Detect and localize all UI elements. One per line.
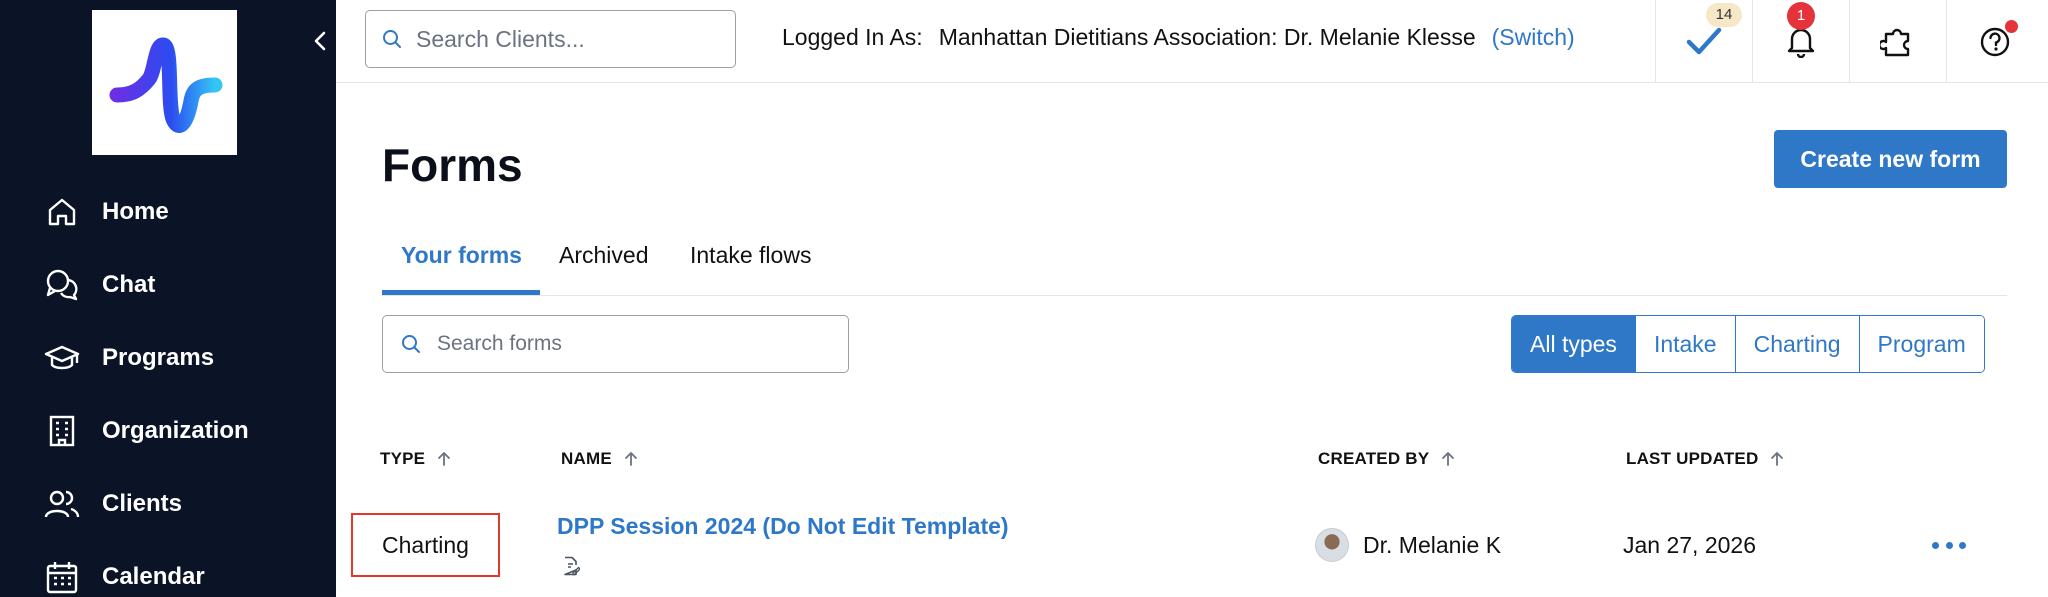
sidebar-item-label: Home <box>102 198 169 225</box>
client-search-box[interactable] <box>365 10 736 68</box>
tab-intake-flows[interactable]: Intake flows <box>690 242 811 269</box>
sidebar-item-programs[interactable]: Programs <box>44 336 214 380</box>
chat-icon <box>44 267 80 303</box>
column-header-label: CREATED BY <box>1318 449 1430 468</box>
more-dots-icon <box>1932 541 1939 549</box>
sidebar-item-label: Clients <box>102 490 183 517</box>
search-icon <box>383 30 401 48</box>
forms-tabs: Your forms Archived Intake flows <box>382 228 2007 296</box>
notifications-count-badge: 1 <box>1787 2 1815 30</box>
create-new-form-button[interactable]: Create new form <box>1774 130 2007 188</box>
sort-arrow-up-icon <box>624 452 637 466</box>
column-header-name[interactable]: NAME <box>561 449 638 469</box>
sidebar: Home Chat Programs Organization Clients <box>0 0 336 597</box>
home-icon <box>44 194 80 230</box>
tasks-count-badge: 14 <box>1706 3 1742 27</box>
graduation-cap-icon <box>44 340 80 376</box>
sidebar-item-calendar[interactable]: Calendar <box>44 555 205 597</box>
help-indicator-dot <box>2005 20 2018 33</box>
sidebar-item-label: Programs <box>102 344 215 371</box>
filter-charting[interactable]: Charting <box>1734 316 1859 372</box>
form-search-box[interactable] <box>382 315 849 373</box>
sidebar-item-label: Organization <box>102 417 249 444</box>
client-search-input[interactable] <box>416 25 716 53</box>
sidebar-item-chat[interactable]: Chat <box>44 263 155 307</box>
tab-archived[interactable]: Archived <box>559 242 648 269</box>
form-search-input[interactable] <box>437 332 817 356</box>
sidebar-item-organization[interactable]: Organization <box>44 409 249 453</box>
sort-arrow-up-icon <box>1771 452 1784 466</box>
help-button[interactable] <box>1946 0 2042 82</box>
filter-all-types[interactable]: All types <box>1512 316 1635 372</box>
search-icon <box>402 335 420 353</box>
column-header-created-by[interactable]: CREATED BY <box>1318 449 1455 469</box>
page-title: Forms <box>382 139 523 191</box>
logo-wave-icon <box>109 37 222 133</box>
form-name-link[interactable]: DPP Session 2024 (Do Not Edit Template) <box>557 513 1009 540</box>
checkmark-icon <box>1686 27 1721 55</box>
notifications-button[interactable]: 1 <box>1752 0 1848 82</box>
sidebar-item-label: Calendar <box>102 563 205 590</box>
document-edit-icon <box>562 556 581 581</box>
logged-in-label: Logged In As: <box>782 24 923 50</box>
column-header-label: TYPE <box>380 449 426 468</box>
last-updated-cell: Jan 27, 2026 <box>1623 532 1757 558</box>
sort-arrow-up-icon <box>1442 452 1455 466</box>
active-tab-indicator <box>382 290 540 295</box>
column-header-label: NAME <box>561 449 612 468</box>
filter-intake[interactable]: Intake <box>1634 316 1735 372</box>
tasks-button[interactable]: 14 <box>1655 0 1751 82</box>
app-logo[interactable] <box>92 10 237 155</box>
integrations-button[interactable] <box>1849 0 1945 82</box>
avatar <box>1315 528 1349 562</box>
sort-arrow-up-icon <box>438 452 451 466</box>
filter-program[interactable]: Program <box>1858 316 1984 372</box>
more-options-button[interactable] <box>1932 532 1966 558</box>
account-name: Manhattan Dietitians Association: Dr. Me… <box>938 24 1476 50</box>
calendar-icon <box>44 559 80 595</box>
sidebar-item-home[interactable]: Home <box>44 190 169 234</box>
logged-in-info: Logged In As: Manhattan Dietitians Assoc… <box>782 24 1575 51</box>
form-type-filter: All types Intake Charting Program <box>1511 315 1985 373</box>
column-header-label: LAST UPDATED <box>1626 449 1759 468</box>
sidebar-item-clients[interactable]: Clients <box>44 482 182 526</box>
top-bar: Logged In As: Manhattan Dietitians Assoc… <box>336 0 2048 83</box>
puzzle-piece-icon <box>1879 28 1909 57</box>
created-by-name: Dr. Melanie K <box>1363 531 1502 558</box>
sidebar-item-label: Chat <box>102 271 156 298</box>
tab-your-forms[interactable]: Your forms <box>401 242 522 269</box>
switch-account-link[interactable]: (Switch) <box>1492 24 1575 51</box>
column-header-last-updated[interactable]: LAST UPDATED <box>1626 449 1784 469</box>
users-icon <box>44 486 80 522</box>
chevron-left-icon <box>314 31 326 51</box>
created-by-cell: Dr. Melanie K <box>1315 528 1501 562</box>
collapse-sidebar-button[interactable] <box>308 26 332 56</box>
form-type-cell: Charting <box>351 513 500 577</box>
building-icon <box>44 413 80 449</box>
column-header-type[interactable]: TYPE <box>380 449 451 469</box>
